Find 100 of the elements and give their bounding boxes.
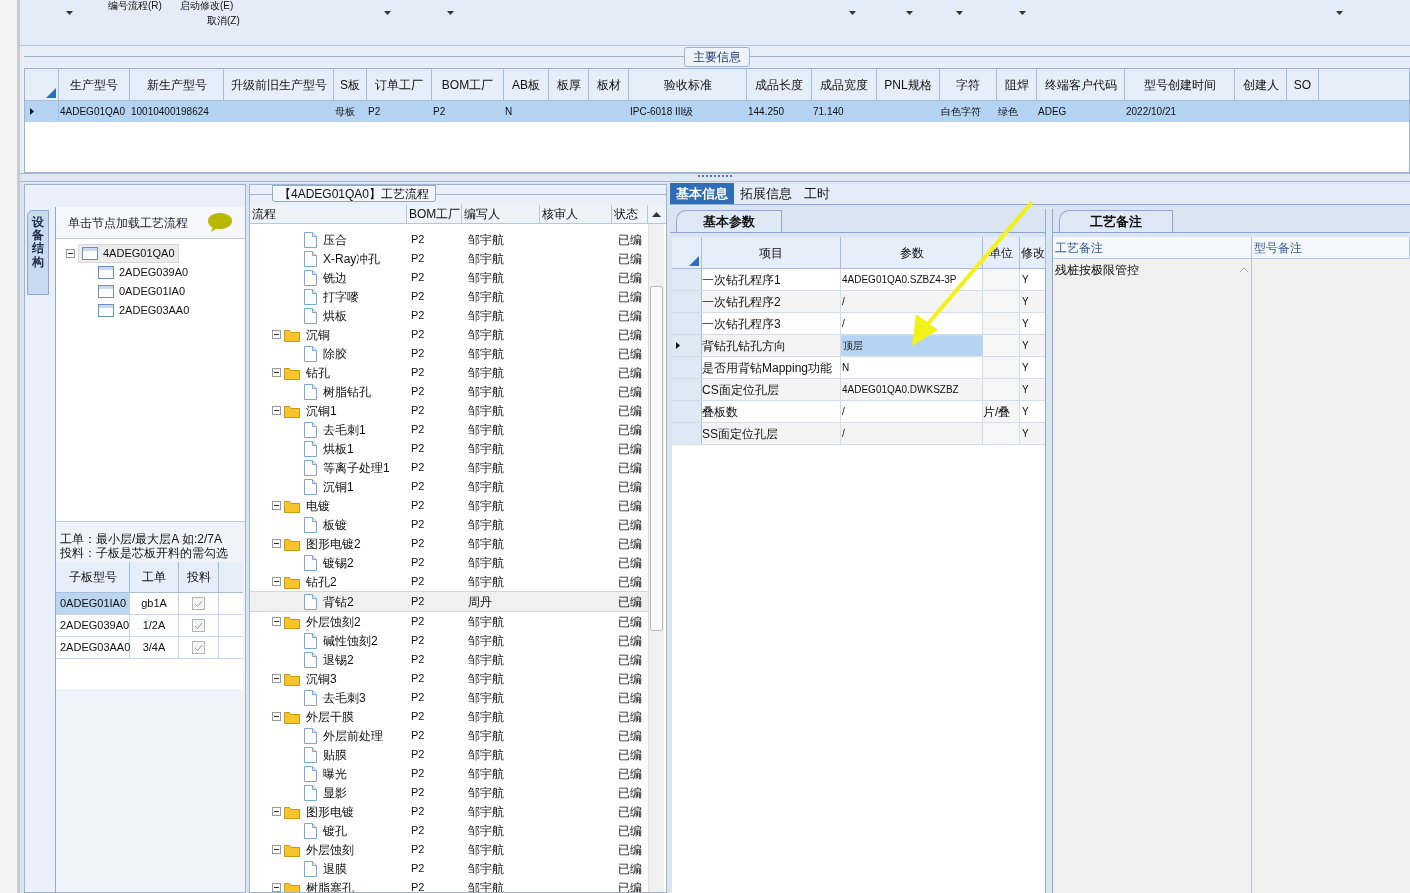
column-header[interactable]: 项目 xyxy=(702,237,841,268)
column-header[interactable]: 订单工厂 xyxy=(367,69,432,100)
scroll-up-icon[interactable] xyxy=(651,211,661,217)
process-row[interactable]: 烘板1 P2 邹宇航 已编 xyxy=(250,439,648,458)
process-row[interactable]: 板镀 P2 邹宇航 已编 xyxy=(250,515,648,534)
tree-node[interactable]: 2ADEG03AA0 xyxy=(98,301,193,320)
menu-item[interactable]: 取消(Z) xyxy=(207,15,240,26)
column-header[interactable]: BOM工厂 xyxy=(407,205,462,223)
process-row[interactable]: 外层蚀刻 P2 邹宇航 已编 xyxy=(250,840,648,859)
process-row[interactable]: 退膜 P2 邹宇航 已编 xyxy=(250,859,648,878)
process-row[interactable]: 背钻2 P2 周丹 已编 xyxy=(250,591,648,612)
column-header[interactable]: 成品长度 xyxy=(747,69,812,100)
tab[interactable]: 基本信息 xyxy=(670,183,734,204)
process-row[interactable]: 显影 P2 邹宇航 已编 xyxy=(250,783,648,802)
column-header[interactable]: 型号创建时间 xyxy=(1125,69,1235,100)
process-row[interactable]: 曝光 P2 邹宇航 已编 xyxy=(250,764,648,783)
column-header[interactable]: 核审人 xyxy=(540,205,612,223)
column-header[interactable]: SO xyxy=(1287,69,1319,100)
column-header[interactable]: 板厚 xyxy=(549,69,589,100)
dropdown-caret-icon[interactable] xyxy=(849,11,856,15)
tree-node[interactable]: 2ADEG039A0 xyxy=(98,263,192,282)
process-row[interactable]: 图形电镀2 P2 邹宇航 已编 xyxy=(250,534,648,553)
collapse-icon[interactable] xyxy=(272,501,281,510)
table-cell[interactable]: 顶层 xyxy=(841,335,983,356)
process-row[interactable]: 外层前处理 P2 邹宇航 已编 xyxy=(250,726,648,745)
column-header[interactable]: 型号备注 xyxy=(1252,237,1410,258)
menu-item[interactable]: 编号流程(R) xyxy=(108,0,162,11)
process-row[interactable]: 烘板 P2 邹宇航 已编 xyxy=(250,306,648,325)
dropdown-caret-icon[interactable] xyxy=(1336,11,1343,15)
tab[interactable]: 工时 xyxy=(798,183,836,204)
column-header[interactable]: 升级前旧生产型号 xyxy=(224,69,334,100)
process-row[interactable]: 图形电镀 P2 邹宇航 已编 xyxy=(250,802,648,821)
process-row[interactable]: 铣边 P2 邹宇航 已编 xyxy=(250,268,648,287)
process-row[interactable]: 压合 P2 邹宇航 已编 xyxy=(250,230,648,249)
column-header[interactable]: 状态 xyxy=(612,205,648,223)
column-header[interactable]: 阻焊 xyxy=(997,69,1037,100)
dropdown-caret-icon[interactable] xyxy=(956,11,963,15)
column-header[interactable]: 新生产型号 xyxy=(130,69,224,100)
column-header[interactable]: 创建人 xyxy=(1235,69,1287,100)
column-header[interactable]: 修改 xyxy=(1020,237,1046,268)
process-row[interactable]: 树脂钻孔 P2 邹宇航 已编 xyxy=(250,382,648,401)
column-header[interactable]: 验收标准 xyxy=(629,69,747,100)
process-row[interactable]: 碱性蚀刻2 P2 邹宇航 已编 xyxy=(250,631,648,650)
column-header[interactable]: 字符 xyxy=(940,69,997,100)
column-header[interactable]: 子板型号 xyxy=(56,562,130,592)
process-row[interactable]: 外层干膜 P2 邹宇航 已编 xyxy=(250,707,648,726)
column-header[interactable]: 生产型号 xyxy=(59,69,130,100)
column-header[interactable]: 终端客户代码 xyxy=(1037,69,1125,100)
collapse-icon[interactable] xyxy=(272,617,281,626)
process-row[interactable]: 打字嘜 P2 邹宇航 已编 xyxy=(250,287,648,306)
collapse-icon[interactable] xyxy=(272,712,281,721)
column-header[interactable]: 流程 xyxy=(250,205,407,223)
process-row[interactable]: X-Ray冲孔 P2 邹宇航 已编 xyxy=(250,249,648,268)
column-header[interactable]: BOM工厂 xyxy=(432,69,504,100)
process-row[interactable]: 去毛刺1 P2 邹宇航 已编 xyxy=(250,420,648,439)
process-row[interactable]: 钻孔2 P2 邹宇航 已编 xyxy=(250,572,648,591)
process-row[interactable]: 电镀 P2 邹宇航 已编 xyxy=(250,496,648,515)
tab[interactable]: 工艺备注 xyxy=(1059,210,1173,232)
row-header[interactable] xyxy=(672,335,702,356)
column-header[interactable]: 工艺备注 xyxy=(1053,237,1252,258)
table-cell[interactable]: 0ADEG01IA0 xyxy=(56,593,130,614)
table-row[interactable]: 4ADEG01QA0 10010400198624 母板 P2 P2 N IPC-6018 III级 144.250 71.140 白色字符 绿色 ADEG 2022/10/21 xyxy=(25,101,1409,122)
collapse-icon[interactable] xyxy=(272,577,281,586)
collapse-icon[interactable] xyxy=(272,674,281,683)
collapse-icon[interactable] xyxy=(272,807,281,816)
checkbox[interactable] xyxy=(192,619,205,632)
column-header[interactable]: 投料 xyxy=(179,562,219,592)
dropdown-caret-icon[interactable] xyxy=(1019,11,1026,15)
process-row[interactable]: 沉铜1 P2 邹宇航 已编 xyxy=(250,401,648,420)
process-row[interactable]: 外层蚀刻2 P2 邹宇航 已编 xyxy=(250,612,648,631)
process-row[interactable]: 沉铜 P2 邹宇航 已编 xyxy=(250,325,648,344)
column-header[interactable]: 参数 xyxy=(841,237,983,268)
tab[interactable]: 基本参数 xyxy=(676,210,782,232)
column-header[interactable]: AB板 xyxy=(504,69,549,100)
process-row[interactable]: 等离子处理1 P2 邹宇航 已编 xyxy=(250,458,648,477)
process-row[interactable]: 去毛刺3 P2 邹宇航 已编 xyxy=(250,688,648,707)
column-header[interactable]: 编写人 xyxy=(462,205,540,223)
checkbox[interactable] xyxy=(192,597,205,610)
dropdown-caret-icon[interactable] xyxy=(906,11,913,15)
column-header[interactable]: 板材 xyxy=(589,69,629,100)
collapse-icon[interactable] xyxy=(272,845,281,854)
process-row[interactable]: 除胶 P2 邹宇航 已编 xyxy=(250,344,648,363)
tree-node[interactable]: 4ADEG01QA0 xyxy=(78,244,179,263)
dropdown-caret-icon[interactable] xyxy=(384,11,391,15)
collapse-icon[interactable] xyxy=(272,368,281,377)
collapse-icon[interactable] xyxy=(272,883,281,892)
process-row[interactable]: 沉铜3 P2 邹宇航 已编 xyxy=(250,669,648,688)
scrollbar-thumb[interactable] xyxy=(650,286,663,631)
tab[interactable]: 拓展信息 xyxy=(734,183,798,204)
menu-item[interactable]: 启动修改(E) xyxy=(179,0,234,11)
collapse-icon[interactable] xyxy=(272,406,281,415)
process-row[interactable]: 退锡2 P2 邹宇航 已编 xyxy=(250,650,648,669)
process-row[interactable]: 镀孔 P2 邹宇航 已编 xyxy=(250,821,648,840)
column-header[interactable]: S板 xyxy=(334,69,367,100)
tree-node[interactable]: 0ADEG01IA0 xyxy=(98,282,189,301)
checkbox[interactable] xyxy=(192,641,205,654)
side-tab[interactable]: 设备结构 xyxy=(27,210,49,295)
process-row[interactable]: 镀锡2 P2 邹宇航 已编 xyxy=(250,553,648,572)
column-header[interactable]: 工单 xyxy=(130,562,179,592)
collapse-icon[interactable] xyxy=(272,539,281,548)
